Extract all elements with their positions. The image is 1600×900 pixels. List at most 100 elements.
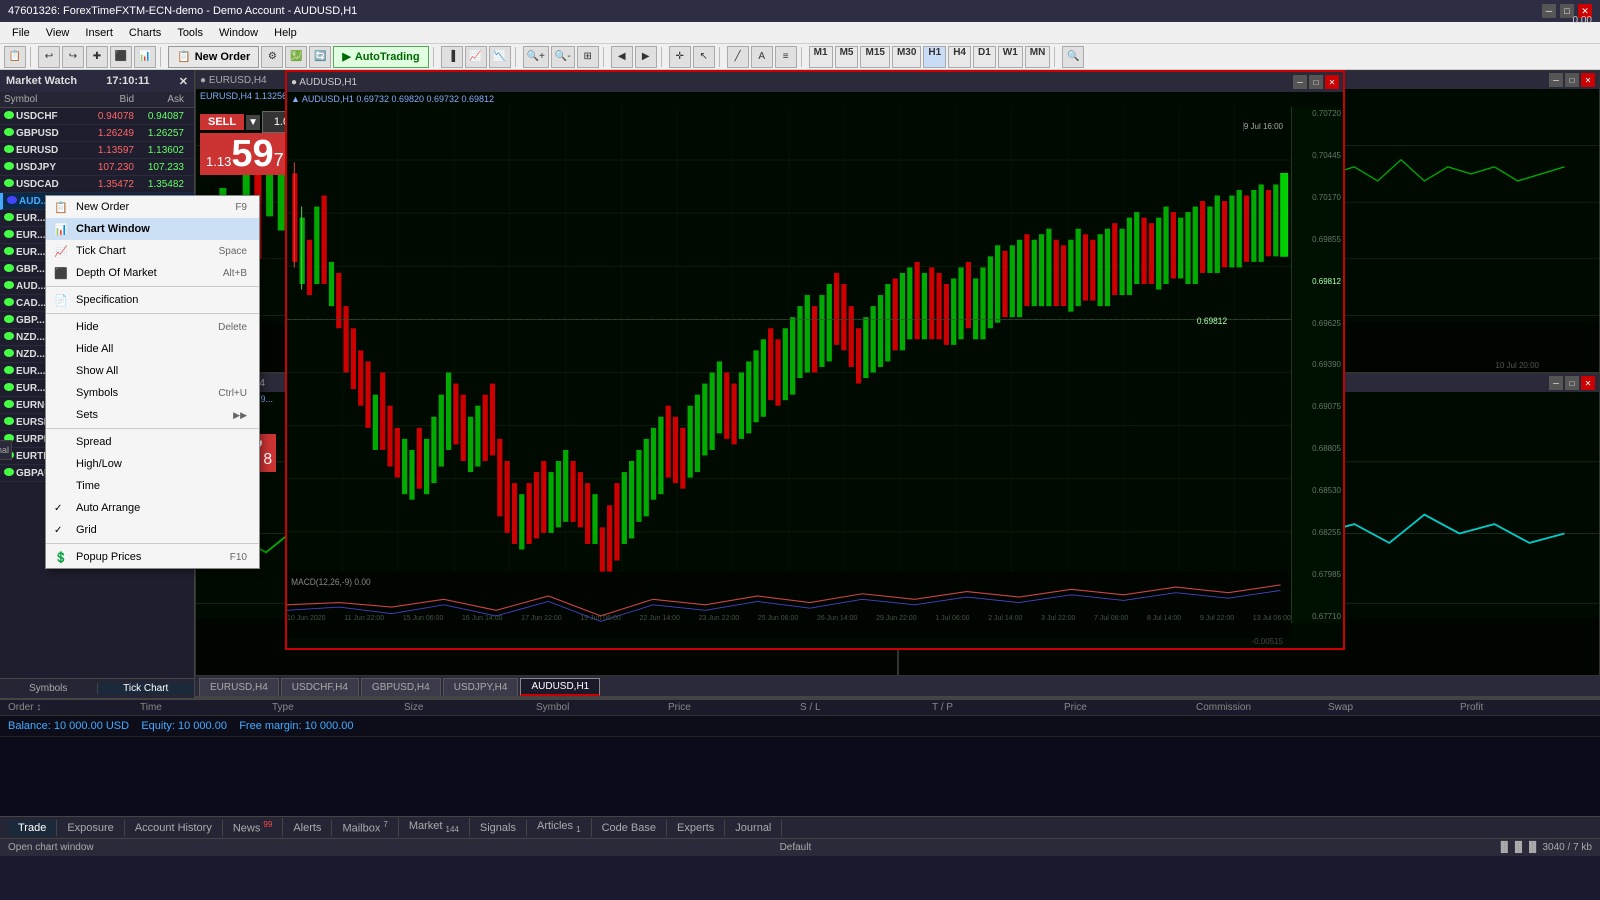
eurusd-sell-btn[interactable]: SELL	[200, 114, 244, 130]
tb-fibonacci[interactable]: ≡	[775, 46, 797, 68]
toolbar-separator-3	[433, 47, 437, 67]
tf-w1[interactable]: W1	[998, 46, 1023, 68]
cm-new-order[interactable]: 📋 New Order F9	[46, 196, 259, 218]
tf-m30[interactable]: M30	[892, 46, 921, 68]
market-watch-title: Market Watch	[6, 75, 77, 87]
bnav-exposure[interactable]: Exposure	[57, 820, 124, 836]
tb-search[interactable]: 🔍	[1062, 46, 1084, 68]
audusd-minimize-btn[interactable]: ─	[1293, 75, 1307, 89]
bnav-experts[interactable]: Experts	[667, 820, 725, 836]
cm-auto-arrange[interactable]: ✓ Auto Arrange	[46, 497, 259, 519]
tab-gbpusd[interactable]: GBPUSD,H4	[361, 678, 441, 696]
mw-row-usdcad[interactable]: USDCAD1.354721.35482	[0, 176, 194, 193]
gbpusd-maximize-btn[interactable]: □	[1565, 73, 1579, 87]
bnav-alerts[interactable]: Alerts	[283, 820, 332, 836]
tb-zoom-out[interactable]: 🔍-	[551, 46, 575, 68]
cm-tick-chart[interactable]: 📈 Tick Chart Space	[46, 240, 259, 262]
toolbar-btn-5[interactable]: 📊	[134, 46, 156, 68]
bnav-trade[interactable]: Trade	[8, 820, 57, 836]
toolbar-btn-8[interactable]: 🔄	[309, 46, 331, 68]
new-order-btn[interactable]: 📋 New Order	[168, 46, 259, 68]
gbpusd-close-btn[interactable]: ✕	[1581, 73, 1595, 87]
menu-insert[interactable]: Insert	[77, 25, 121, 41]
cm-symbols[interactable]: Symbols Ctrl+U	[46, 382, 259, 404]
mw-row-eurusd1[interactable]: EURUSD1.135971.13602	[0, 142, 194, 159]
trade-col-price: Price	[668, 702, 800, 713]
toolbar-btn-6[interactable]: ⚙	[261, 46, 283, 68]
mw-tab-tick-chart[interactable]: Tick Chart	[98, 683, 195, 694]
autotrading-btn[interactable]: ▶ AutoTrading	[333, 46, 428, 68]
tab-usdchf[interactable]: USDCHF,H4	[281, 678, 359, 696]
tab-audusd[interactable]: AUDUSD,H1	[520, 678, 600, 696]
tb-candle-chart[interactable]: 📈	[465, 46, 487, 68]
cm-hide-all[interactable]: Hide All	[46, 338, 259, 360]
tf-h4[interactable]: H4	[948, 46, 971, 68]
tf-m1[interactable]: M1	[809, 46, 833, 68]
toolbar-btn-4[interactable]: ⬛	[110, 46, 132, 68]
mw-tab-symbols[interactable]: Symbols	[0, 683, 98, 694]
cm-sets[interactable]: Sets ▶	[46, 404, 259, 426]
cm-show-all[interactable]: Show All	[46, 360, 259, 382]
tb-bar-chart[interactable]: ▐	[441, 46, 463, 68]
app-title: 47601326: ForexTimeFXTM-ECN-demo - Demo …	[8, 5, 357, 17]
cm-depth-of-market[interactable]: ⬛ Depth Of Market Alt+B	[46, 262, 259, 284]
tb-line-chart[interactable]: 📉	[489, 46, 511, 68]
mw-row-gbpusd[interactable]: GBPUSD1.262491.26257	[0, 125, 194, 142]
tb-scroll-right[interactable]: ▶	[635, 46, 657, 68]
bnav-mailbox[interactable]: Mailbox 7	[332, 818, 398, 837]
bnav-signals[interactable]: Signals	[470, 820, 527, 836]
toolbar-btn-2[interactable]: ↪	[62, 46, 84, 68]
cm-chart-window[interactable]: 📊 Chart Window	[46, 218, 259, 240]
status-center: Default	[780, 842, 812, 853]
tb-zoom-in[interactable]: 🔍+	[523, 46, 549, 68]
menu-help[interactable]: Help	[266, 25, 305, 41]
tf-m15[interactable]: M15	[860, 46, 889, 68]
toolbar-btn-1[interactable]: ↩	[38, 46, 60, 68]
minimize-btn[interactable]: ─	[1542, 4, 1556, 18]
cm-spread[interactable]: Spread	[46, 431, 259, 453]
bnav-market[interactable]: Market 144	[399, 818, 470, 836]
tb-scroll-left[interactable]: ◀	[611, 46, 633, 68]
cm-time[interactable]: Time	[46, 475, 259, 497]
cm-high-low[interactable]: High/Low	[46, 453, 259, 475]
bnav-news[interactable]: News 99	[223, 818, 283, 837]
menu-tools[interactable]: Tools	[169, 25, 211, 41]
menu-view[interactable]: View	[38, 25, 78, 41]
cm-grid[interactable]: ✓ Grid	[46, 519, 259, 541]
tb-crosshair[interactable]: ✛	[669, 46, 691, 68]
market-watch-close[interactable]: ✕	[179, 75, 188, 88]
toolbar-btn-7[interactable]: 💹	[285, 46, 307, 68]
br-close-btn[interactable]: ✕	[1581, 376, 1595, 390]
br-minimize-btn[interactable]: ─	[1549, 376, 1563, 390]
terminal-side-tab[interactable]: Terminal	[0, 440, 12, 460]
audusd-chart-body[interactable]: ▲ AUDUSD,H1 0.69732 0.69820 0.69732 0.69…	[287, 92, 1343, 648]
bnav-account-history[interactable]: Account History	[125, 820, 223, 836]
audusd-restore-btn[interactable]: □	[1309, 75, 1323, 89]
tab-usdjpy[interactable]: USDJPY,H4	[443, 678, 519, 696]
gbpusd-minimize-btn[interactable]: ─	[1549, 73, 1563, 87]
tf-mn[interactable]: MN	[1025, 46, 1051, 68]
menu-file[interactable]: File	[4, 25, 38, 41]
bnav-articles[interactable]: Articles 1	[527, 818, 592, 836]
cm-specification[interactable]: 📄 Specification	[46, 289, 259, 311]
tab-eurusd[interactable]: EURUSD,H4	[199, 678, 279, 696]
new-order-toolbar-btn[interactable]: 📋	[4, 46, 26, 68]
audusd-close-btn[interactable]: ✕	[1325, 75, 1339, 89]
bnav-codebase[interactable]: Code Base	[592, 820, 667, 836]
toolbar-btn-3[interactable]: ✚	[86, 46, 108, 68]
mw-row-usdjpy[interactable]: USDJPY107.230107.233	[0, 159, 194, 176]
tf-m5[interactable]: M5	[835, 46, 859, 68]
mw-row-usdchf[interactable]: USDCHF0.940780.94087	[0, 108, 194, 125]
tb-draw-text[interactable]: A	[751, 46, 773, 68]
tf-d1[interactable]: D1	[973, 46, 996, 68]
tf-h1[interactable]: H1	[923, 46, 946, 68]
menu-window[interactable]: Window	[211, 25, 266, 41]
tb-draw-line[interactable]: ╱	[727, 46, 749, 68]
br-maximize-btn[interactable]: □	[1565, 376, 1579, 390]
tb-arrow[interactable]: ↖	[693, 46, 715, 68]
menu-charts[interactable]: Charts	[121, 25, 169, 41]
cm-popup-prices[interactable]: 💲 Popup Prices F10	[46, 546, 259, 568]
cm-hide[interactable]: Hide Delete	[46, 316, 259, 338]
tb-fit[interactable]: ⊞	[577, 46, 599, 68]
bnav-journal[interactable]: Journal	[725, 820, 782, 836]
